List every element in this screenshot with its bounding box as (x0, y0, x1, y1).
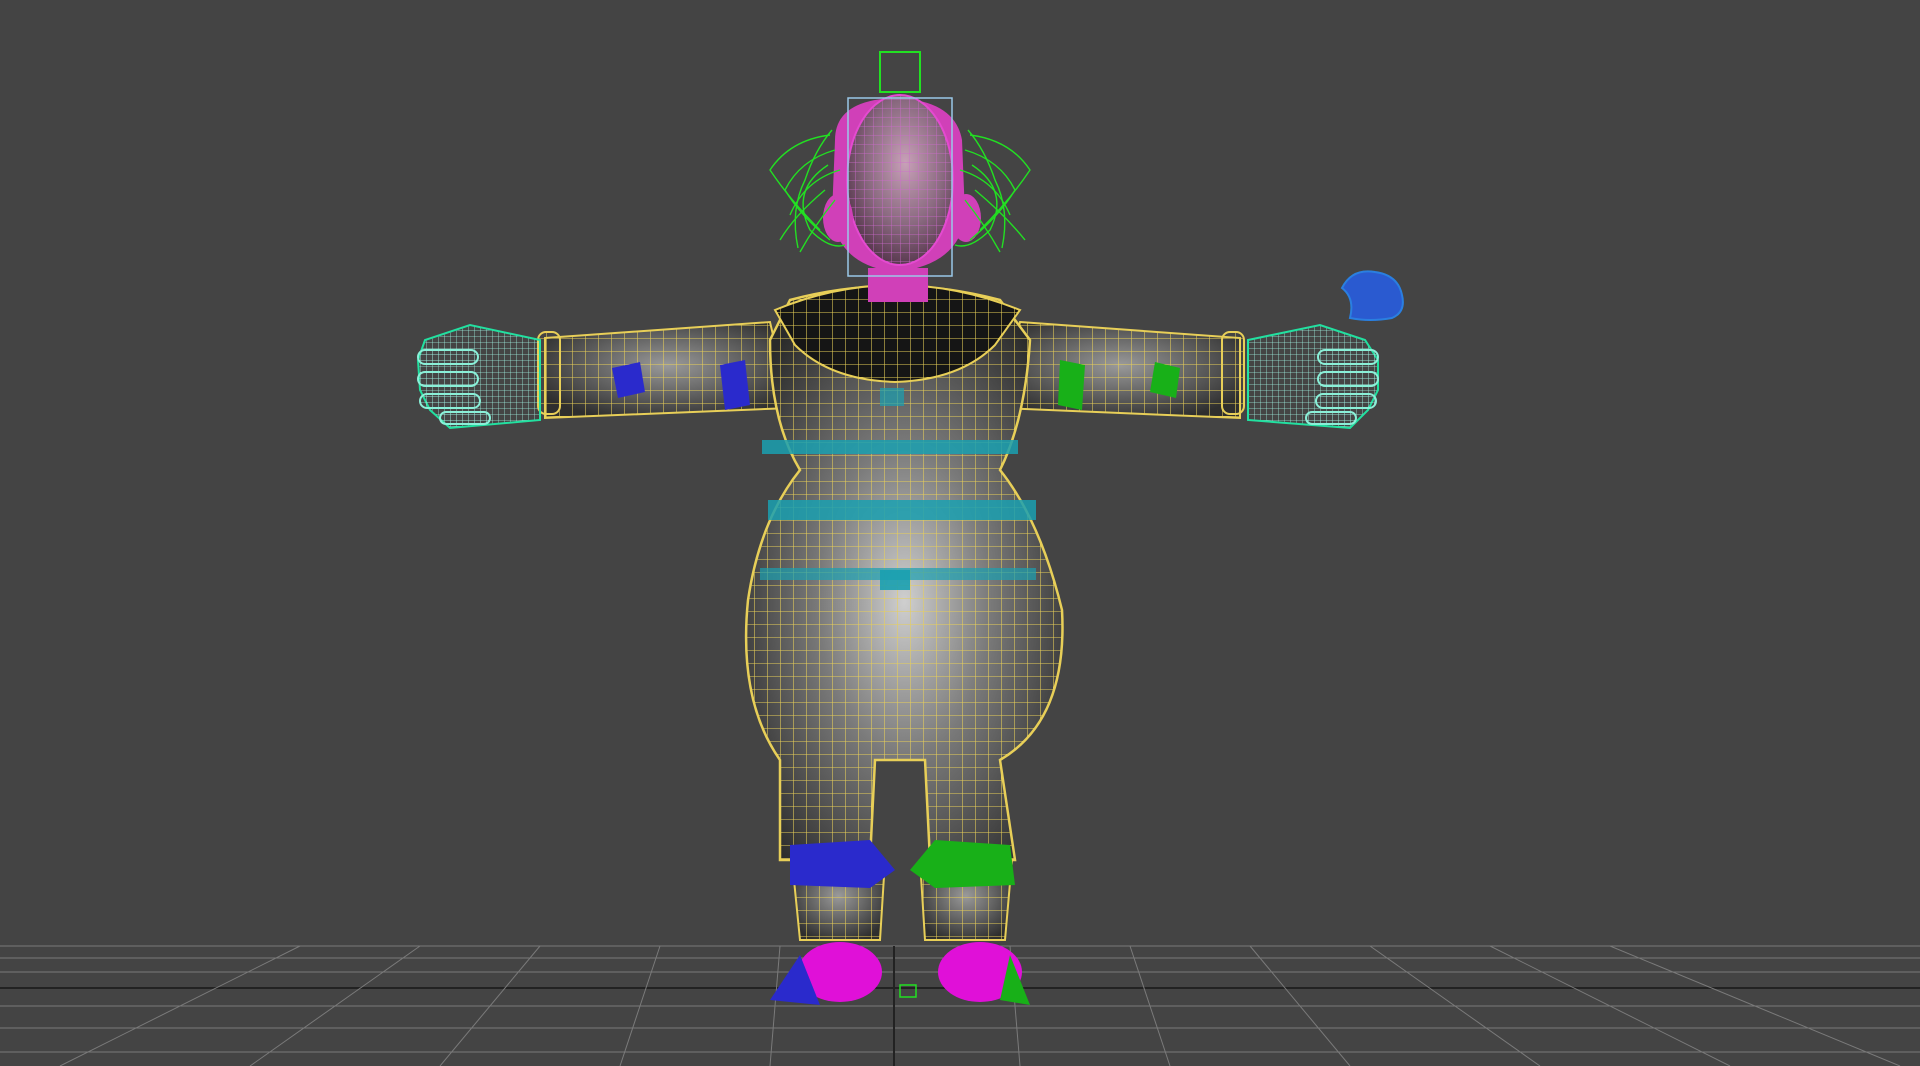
right-knee-control (910, 840, 1015, 888)
head-top-control (879, 51, 921, 93)
right-shoulder-control (1058, 360, 1085, 410)
right-elbow-control (1150, 362, 1180, 398)
root-control (899, 984, 917, 998)
character-mesh[interactable] (537, 284, 1245, 941)
chest-control (762, 440, 1018, 454)
right-hand-mesh[interactable] (1247, 323, 1379, 430)
left-shoulder-control (720, 360, 750, 410)
viewport-canvas[interactable] (0, 0, 1920, 1066)
head-mesh[interactable] (823, 94, 981, 302)
right-shoe[interactable] (938, 942, 1030, 1005)
left-elbow-control (612, 362, 645, 398)
hip-control (880, 570, 910, 590)
hand-ik-gizmo (1340, 270, 1404, 321)
spine-control (768, 500, 1036, 520)
left-hand-mesh[interactable] (416, 323, 541, 430)
neck-control (880, 388, 904, 406)
left-knee-control (790, 840, 895, 888)
3d-viewport[interactable] (0, 0, 1920, 1066)
left-shoe[interactable] (770, 942, 882, 1005)
